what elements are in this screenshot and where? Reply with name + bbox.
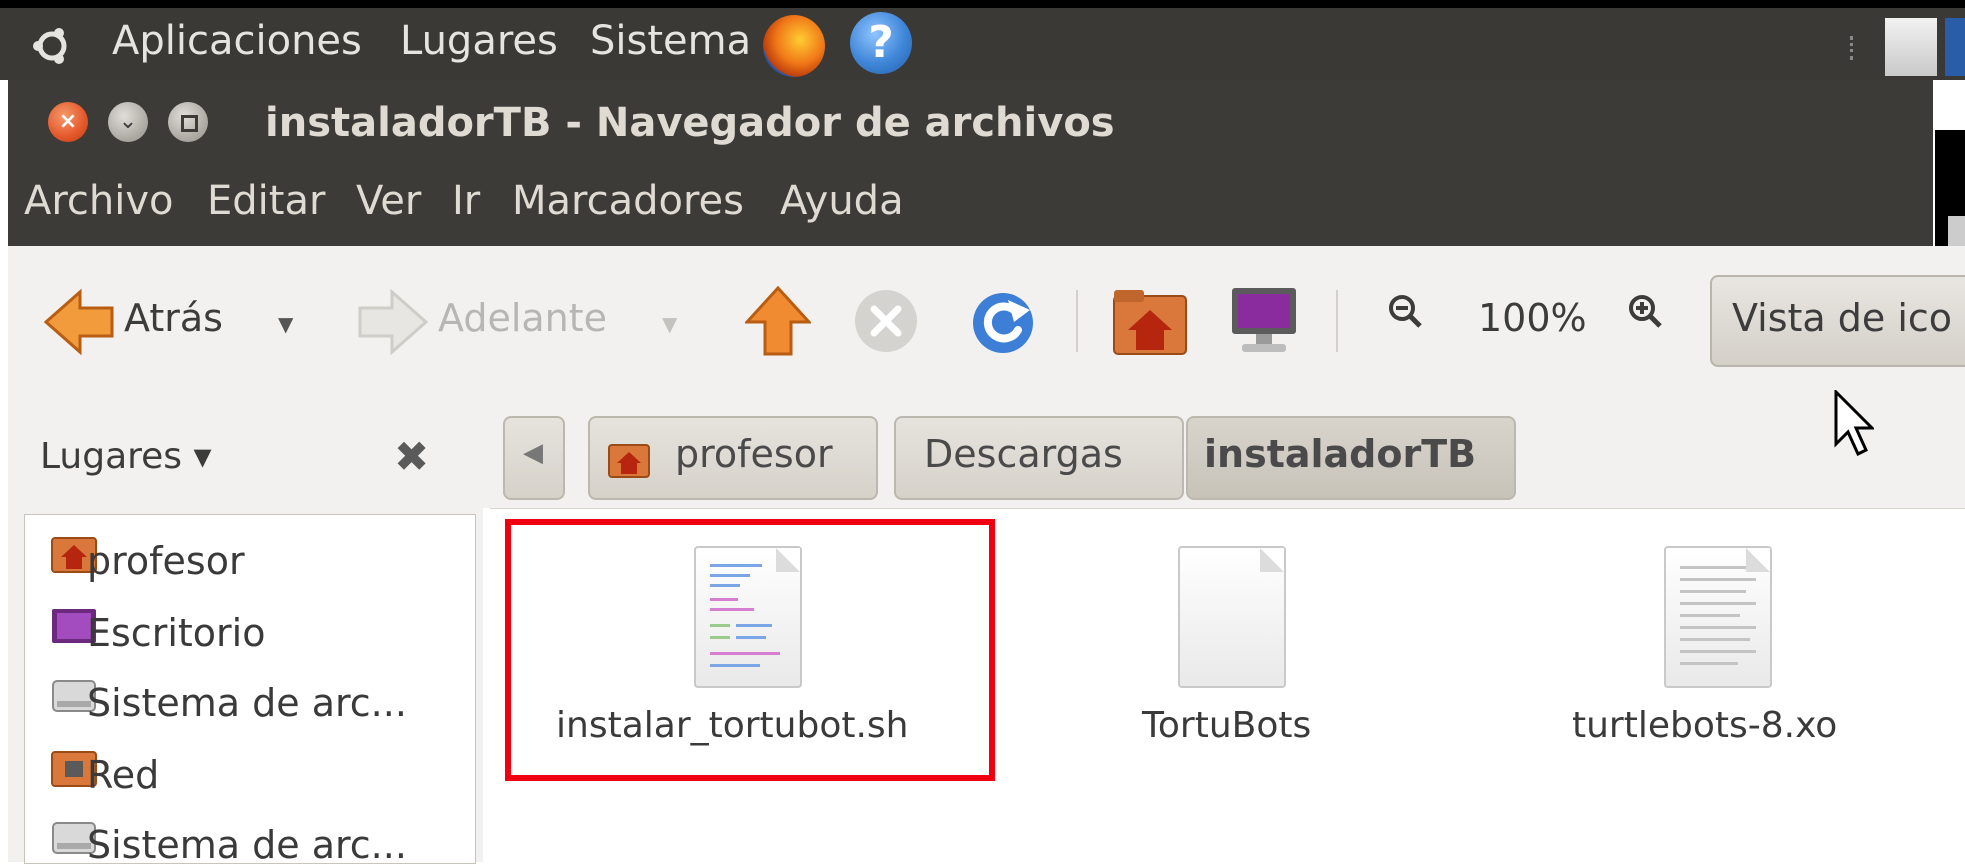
window-title: instaladorTB - Navegador de archivos <box>265 100 1115 146</box>
zoom-in-icon[interactable] <box>1628 294 1662 328</box>
place-escritorio[interactable]: Escritorio <box>87 611 265 655</box>
top-panel: Aplicaciones Lugares Sistema <box>0 0 1965 80</box>
menu-marcadores[interactable]: Marcadores <box>512 178 744 224</box>
maximize-window-button[interactable] <box>168 102 208 142</box>
crumb-profesor-label: profesor <box>675 432 833 476</box>
forward-arrow-icon[interactable] <box>356 288 428 356</box>
ubuntu-logo-icon[interactable] <box>30 24 74 68</box>
minimize-window-button[interactable]: ⌄ <box>108 102 148 142</box>
view-mode-label: Vista de ico <box>1732 296 1953 340</box>
up-arrow-icon[interactable] <box>745 286 811 356</box>
crumb-instaladortb-label: instaladorTB <box>1204 432 1477 476</box>
back-button[interactable]: Atrás <box>124 296 223 340</box>
selection-highlight-box <box>505 519 995 781</box>
file-corner <box>1260 548 1284 572</box>
firefox-icon[interactable] <box>763 15 825 77</box>
zoom-level[interactable]: 100% <box>1478 296 1587 340</box>
zoom-out-icon[interactable] <box>1388 294 1422 328</box>
close-sidepane-icon[interactable]: ✖ <box>394 432 429 481</box>
place-filesystem-1[interactable]: Sistema de arc... <box>87 681 407 725</box>
sidepane-header[interactable]: Lugares ▾ <box>40 436 212 477</box>
place-red[interactable]: Red <box>87 753 159 797</box>
path-scroll-left-button[interactable]: ◀ <box>503 416 565 500</box>
crumb-descargas-label: Descargas <box>924 432 1123 476</box>
places-list: profesor Escritorio Sistema de arc... Re… <box>24 514 476 867</box>
forward-button[interactable]: Adelante <box>438 296 607 340</box>
menu-editar[interactable]: Editar <box>207 178 325 224</box>
place-profesor[interactable]: profesor <box>87 539 245 583</box>
close-window-button[interactable]: × <box>48 102 88 142</box>
background-window-fragment <box>1948 216 1965 246</box>
home-folder-icon <box>608 444 650 478</box>
help-icon[interactable]: ? <box>850 12 912 74</box>
back-history-dropdown-icon[interactable]: ▼ <box>278 312 293 336</box>
file-corner <box>1746 548 1770 572</box>
menu-archivo[interactable]: Archivo <box>24 178 174 224</box>
menu-ver[interactable]: Ver <box>356 178 421 224</box>
mouse-cursor-icon <box>1834 390 1874 456</box>
toolbar-separator <box>1076 290 1078 352</box>
menu-ir[interactable]: Ir <box>452 178 480 224</box>
menu-ayuda[interactable]: Ayuda <box>780 178 904 224</box>
reload-icon[interactable] <box>968 286 1038 356</box>
file-name[interactable]: turtlebots-8.xo <box>1572 705 1837 746</box>
back-arrow-icon[interactable] <box>44 288 116 356</box>
file-name[interactable]: TortuBots <box>1142 705 1311 746</box>
menu-aplicaciones[interactable]: Aplicaciones <box>112 18 362 64</box>
arrow-left-icon: ◀ <box>523 438 543 468</box>
toolbar-separator <box>1336 290 1338 352</box>
menu-sistema[interactable]: Sistema <box>590 18 751 64</box>
panel-applet[interactable] <box>1885 18 1937 76</box>
forward-history-dropdown-icon[interactable]: ▼ <box>662 312 677 336</box>
computer-icon[interactable] <box>1228 284 1300 356</box>
home-folder-icon[interactable] <box>1112 288 1188 356</box>
menu-lugares[interactable]: Lugares <box>400 18 558 64</box>
place-filesystem-2[interactable]: Sistema de arc... <box>87 823 407 867</box>
panel-grip[interactable] <box>1850 36 1857 60</box>
panel-applet-edge[interactable] <box>1945 18 1965 76</box>
stop-icon[interactable] <box>853 288 919 354</box>
